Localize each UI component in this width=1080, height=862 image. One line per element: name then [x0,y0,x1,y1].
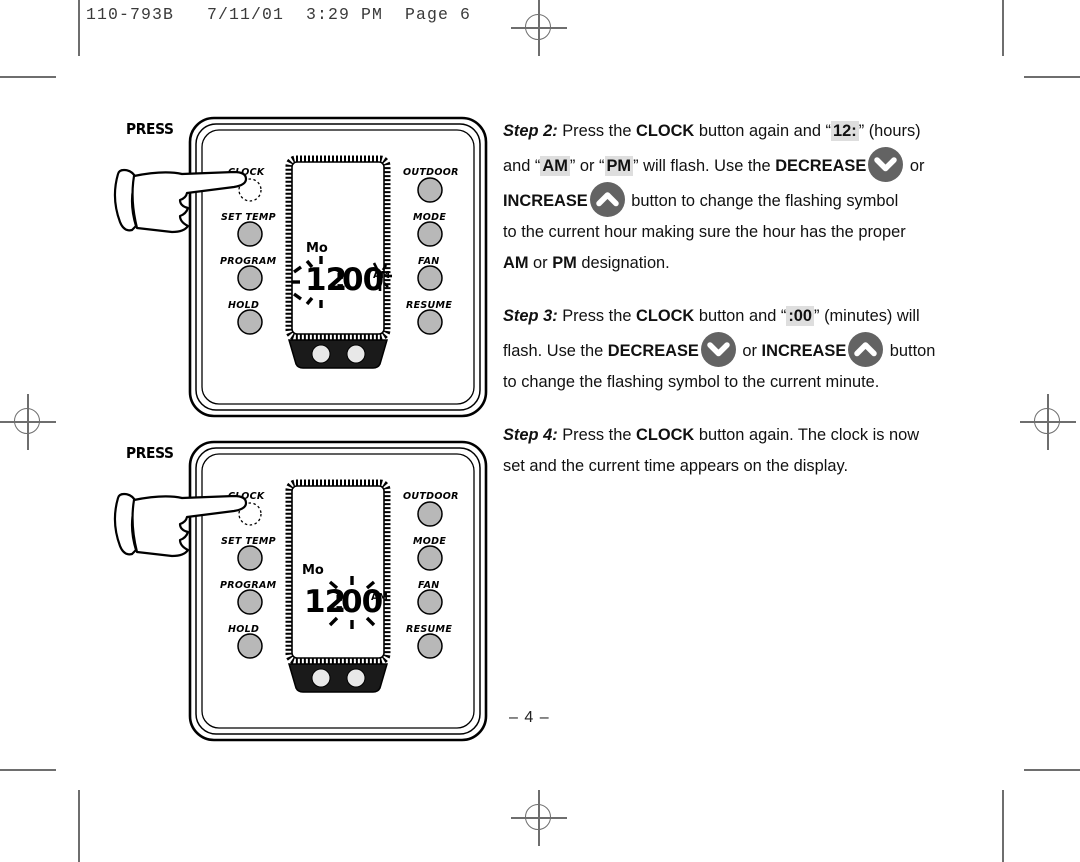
step-block: Step 3: Press the CLOCK button and “:00”… [503,301,981,398]
registration-target-left [0,394,56,450]
lcd-day-bottom: Mo [302,563,324,578]
chevron-up-icon [589,182,625,217]
step-text: or [575,157,600,175]
pointing-hand-icon-bottom [113,492,248,558]
thermostat-button-resume-bottom [417,633,443,659]
thermostat-button-program-top [237,265,263,291]
print-slug-line: 110-793B 7/11/01 3:29 PM Page 6 [86,5,472,24]
step-text: set and the current time appears on the … [503,457,849,475]
step-label: Step 2: [503,122,558,140]
step-text: will flash. Use the [638,157,776,175]
btn-label-program-bottom: PROGRAM [220,580,277,591]
thermostat-button-hold-top [237,309,263,335]
crop-mark-top-left-vertical [78,0,80,56]
step-label: Step 4: [503,426,558,444]
highlighted-term: AM [540,156,570,176]
crop-mark-top-left-horizontal [0,76,56,78]
step-line: Step 3: Press the CLOCK button and “:00”… [503,301,981,332]
step-block: Step 4: Press the CLOCK button again. Th… [503,420,981,482]
step-text: Press the [557,307,636,325]
highlighted-term: 12: [831,121,859,141]
btn-label-hold-top: HOLD [228,300,259,311]
step-label: Step 3: [503,307,558,325]
step-line: Step 4: Press the CLOCK button again. Th… [503,420,981,451]
step-line: AM or PM designation. [503,248,981,279]
btn-label-program-top: PROGRAM [220,256,277,267]
thermostat-button-outdoor-bottom [417,501,443,527]
thermostat-button-program-bottom [237,589,263,615]
emphasis-term: INCREASE [503,192,588,210]
thermostat-button-mode-top [417,221,443,247]
step-text: Press the [557,122,636,140]
step-text: designation. [576,254,670,272]
pointing-hand-icon-top [113,168,248,234]
step-line: to change the flashing symbol to the cur… [503,367,981,398]
emphasis-term: CLOCK [636,426,695,444]
step-text: button again. The clock is now [694,426,920,444]
thermostat-button-hold-bottom [237,633,263,659]
highlighted-term: :00 [786,306,815,326]
step-text: (minutes) will [819,307,920,325]
emphasis-term: DECREASE [775,157,867,175]
step-text: or [528,254,553,272]
crop-mark-bottom-right-vertical [1002,790,1004,862]
chevron-up-icon [848,332,884,367]
step-text: or [737,342,762,360]
crop-mark-bottom-left-vertical [78,790,80,862]
btn-label-outdoor-top: OUTDOOR [403,167,459,178]
step-text: Press the [557,426,636,444]
crop-mark-top-right-horizontal [1024,76,1080,78]
instruction-steps: Step 2: Press the CLOCK button again and… [503,116,981,504]
chevron-down-icon [700,332,736,367]
step-text: button again and [694,122,826,140]
step-text: button and [694,307,781,325]
lcd-meridiem-bottom: AM [371,592,388,603]
registration-target-right [1020,394,1076,450]
chevron-down-icon [868,147,904,182]
emphasis-term: PM [552,254,577,272]
registration-target-bottom [511,790,567,846]
thermostat-button-fan-top [417,265,443,291]
emphasis-term: DECREASE [607,342,699,360]
crop-mark-top-right-vertical [1002,0,1004,56]
lcd-day-top: Mo [306,241,328,256]
emphasis-term: CLOCK [636,307,695,325]
crop-mark-bottom-right-horizontal [1024,769,1080,771]
thermostat-button-mode-bottom [417,545,443,571]
highlighted-term: PM [604,156,634,176]
page-number: – 4 – [509,709,550,726]
emphasis-term: CLOCK [636,122,695,140]
step-line: Step 2: Press the CLOCK button again and… [503,116,981,147]
step-text: and [503,157,535,175]
step-text: or [905,157,925,175]
step-line: flash. Use the DECREASE or INCREASE butt… [503,332,981,367]
step-block: Step 2: Press the CLOCK button again and… [503,116,981,279]
btn-label-hold-bottom: HOLD [228,624,259,635]
thermostat-button-outdoor-top [417,177,443,203]
step-line: set and the current time appears on the … [503,451,981,482]
btn-label-outdoor-bottom: OUTDOOR [403,491,459,502]
step-text: “ [599,157,605,175]
registration-target-top [511,0,567,56]
step-line: and “AM” or “PM” will flash. Use the DEC… [503,147,981,182]
crop-mark-bottom-left-horizontal [0,769,56,771]
thermostat-button-fan-bottom [417,589,443,615]
step-text: button to change the flashing symbol [626,192,899,210]
step-text: to the current hour making sure the hour… [503,223,906,241]
emphasis-term: INCREASE [761,342,847,360]
emphasis-term: AM [503,254,529,272]
step-line: to the current hour making sure the hour… [503,217,981,248]
step-text: flash. Use the [503,342,608,360]
step-text: to change the flashing symbol to the cur… [503,373,880,391]
step-text: (hours) [864,122,921,140]
step-line: INCREASE button to change the flashing s… [503,182,981,217]
thermostat-button-resume-top [417,309,443,335]
step-text: button [885,342,936,360]
